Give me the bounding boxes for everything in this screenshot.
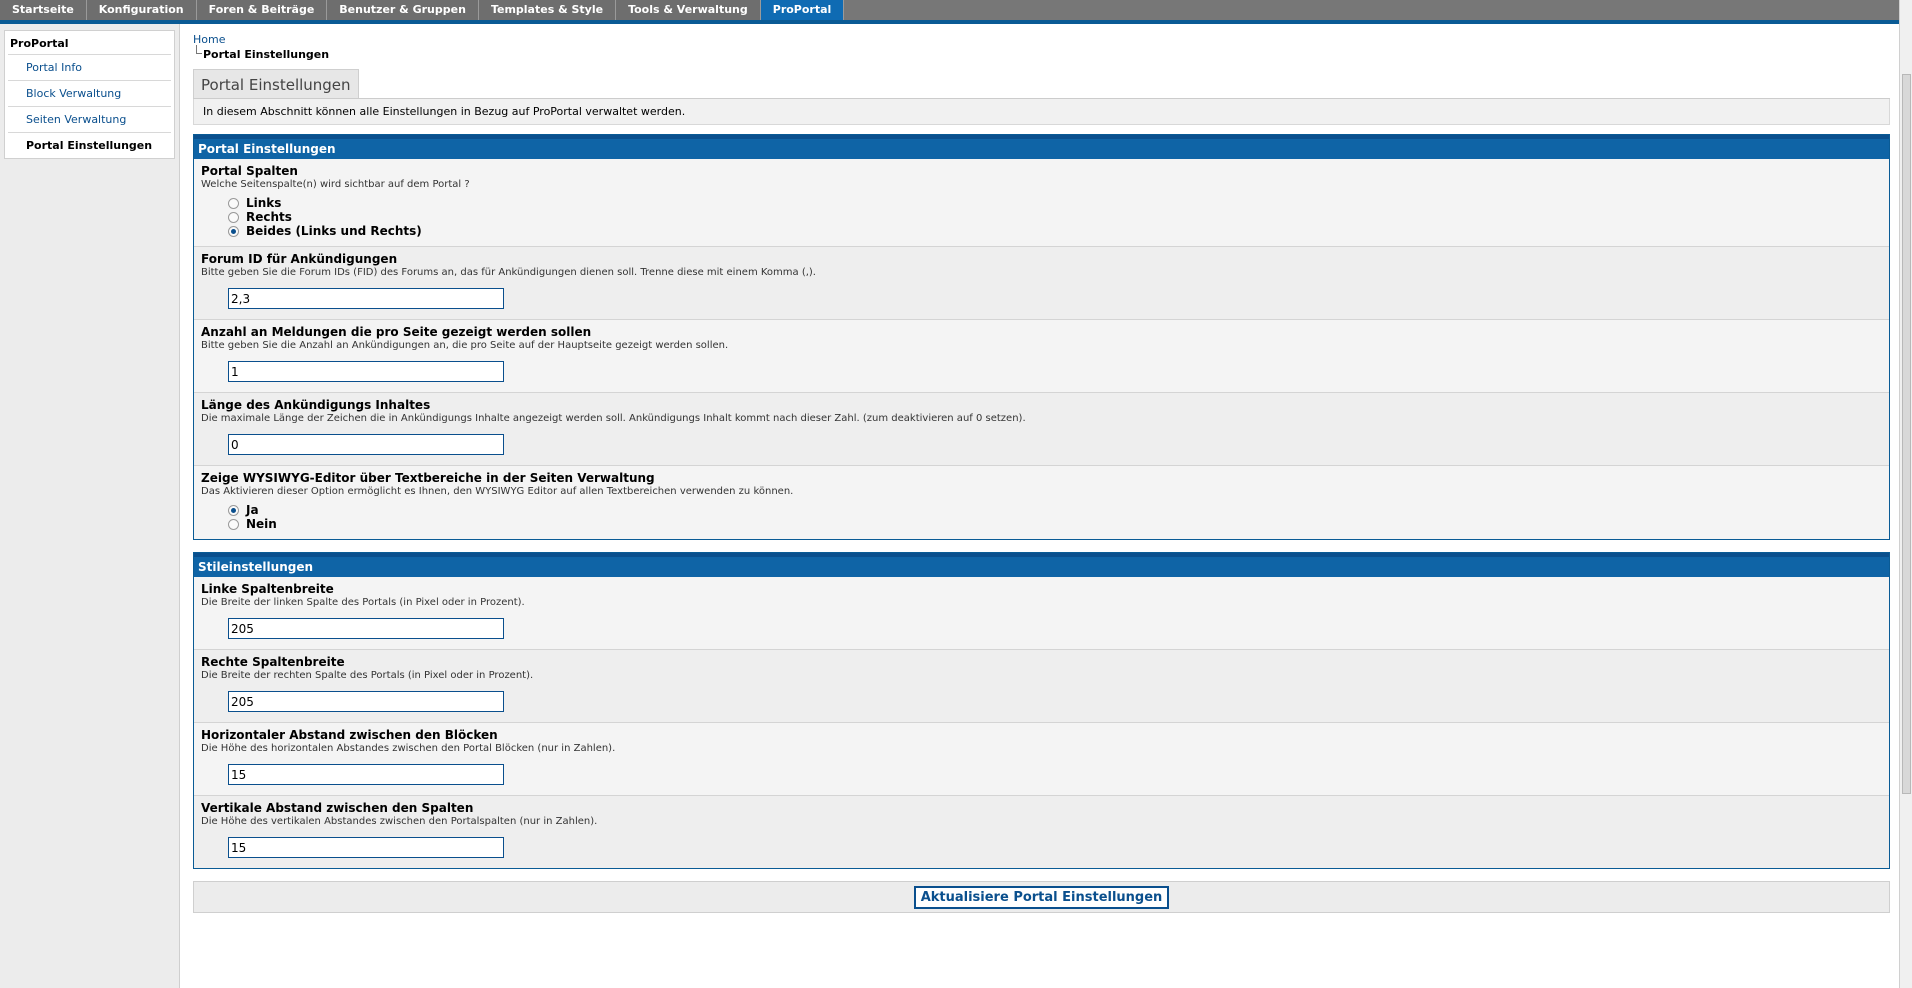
sidebar: ProPortal Portal Info Block Verwaltung S… xyxy=(0,24,180,988)
radio-label: Ja xyxy=(246,503,259,517)
setting-laenge-inhalt: Länge des Ankündigungs Inhaltes Die maxi… xyxy=(194,393,1889,466)
scrollbar-thumb[interactable] xyxy=(1902,74,1911,794)
radio-button[interactable] xyxy=(228,518,239,530)
setting-forum-id: Forum ID für Ankündigungen Bitte geben S… xyxy=(194,247,1889,320)
top-navigation: Startseite Konfiguration Foren & Beiträg… xyxy=(0,0,1912,24)
anzahl-meldungen-input[interactable] xyxy=(228,361,504,382)
tab-tools-verwaltung[interactable]: Tools & Verwaltung xyxy=(616,0,761,20)
setting-label: Anzahl an Meldungen die pro Seite gezeig… xyxy=(201,325,592,339)
setting-horizontaler-abstand: Horizontaler Abstand zwischen den Blöcke… xyxy=(194,723,1889,796)
radio-group-wysiwyg: Ja Nein xyxy=(201,497,1882,533)
tab-konfiguration[interactable]: Konfiguration xyxy=(86,0,197,20)
page-tab[interactable]: Portal Einstellungen xyxy=(193,69,359,98)
setting-label: Horizontaler Abstand zwischen den Blöcke… xyxy=(201,728,498,742)
radio-rechts[interactable]: Rechts xyxy=(228,210,1882,224)
setting-label: Rechte Spaltenbreite xyxy=(201,655,345,669)
tab-foren-beitraege[interactable]: Foren & Beiträge xyxy=(196,0,328,20)
rechte-spaltenbreite-input[interactable] xyxy=(228,691,504,712)
tab-startseite[interactable]: Startseite xyxy=(0,0,87,20)
setting-label: Länge des Ankündigungs Inhaltes xyxy=(201,398,431,412)
vertikaler-abstand-input[interactable] xyxy=(228,837,504,858)
radio-beides[interactable]: Beides (Links und Rechts) xyxy=(228,224,1882,238)
radio-label: Beides (Links und Rechts) xyxy=(246,224,422,238)
setting-vertikaler-abstand: Vertikale Abstand zwischen den Spalten D… xyxy=(194,796,1889,868)
radio-label: Nein xyxy=(246,517,277,531)
radio-label: Rechts xyxy=(246,210,292,224)
radio-button[interactable] xyxy=(228,211,239,223)
breadcrumb: Home Portal Einstellungen xyxy=(193,24,1890,61)
tab-proportal[interactable]: ProPortal xyxy=(760,0,845,20)
save-bar: Aktualisiere Portal Einstellungen xyxy=(193,881,1890,913)
sidebar-item-block-verwaltung[interactable]: Block Verwaltung xyxy=(8,80,171,106)
radio-button[interactable] xyxy=(228,197,239,209)
breadcrumb-current: Portal Einstellungen xyxy=(193,45,1890,61)
setting-label: Vertikale Abstand zwischen den Spalten xyxy=(201,801,474,815)
setting-label: Linke Spaltenbreite xyxy=(201,582,334,596)
setting-description: Die Höhe des vertikalen Abstandes zwisch… xyxy=(201,816,598,827)
save-button[interactable]: Aktualisiere Portal Einstellungen xyxy=(913,886,1170,909)
setting-description: Das Aktivieren dieser Option ermöglicht … xyxy=(201,486,794,497)
setting-wysiwyg: Zeige WYSIWYG-Editor über Textbereiche i… xyxy=(194,466,1889,539)
vertical-scrollbar[interactable] xyxy=(1899,0,1912,988)
sidebar-menu: ProPortal Portal Info Block Verwaltung S… xyxy=(4,30,175,159)
tab-benutzer-gruppen[interactable]: Benutzer & Gruppen xyxy=(327,0,479,20)
setting-description: Die Breite der rechten Spalte des Portal… xyxy=(201,670,534,681)
setting-description: Die maximale Länge der Zeichen die in An… xyxy=(201,413,1026,424)
radio-group-spalten: Links Rechts Beides (Links und Rechts) xyxy=(201,190,1882,240)
page-tab-bar: Portal Einstellungen xyxy=(193,69,1890,99)
radio-label: Links xyxy=(246,196,282,210)
radio-button-selected[interactable] xyxy=(228,504,239,516)
radio-links[interactable]: Links xyxy=(228,196,1882,210)
setting-description: Die Breite der linken Spalte des Portals… xyxy=(201,597,525,608)
panel-title: Stileinstellungen xyxy=(194,553,1889,577)
linke-spaltenbreite-input[interactable] xyxy=(228,618,504,639)
laenge-inhalt-input[interactable] xyxy=(228,434,504,455)
radio-nein[interactable]: Nein xyxy=(228,517,1882,531)
setting-label: Zeige WYSIWYG-Editor über Textbereiche i… xyxy=(201,471,655,485)
sidebar-item-portal-info[interactable]: Portal Info xyxy=(8,54,171,80)
setting-description: Bitte geben Sie die Forum IDs (FID) des … xyxy=(201,267,816,278)
tab-templates-style[interactable]: Templates & Style xyxy=(478,0,617,20)
setting-linke-spaltenbreite: Linke Spaltenbreite Die Breite der linke… xyxy=(194,577,1889,650)
setting-description: Bitte geben Sie die Anzahl an Ankündigun… xyxy=(201,340,729,351)
setting-rechte-spaltenbreite: Rechte Spaltenbreite Die Breite der rech… xyxy=(194,650,1889,723)
setting-description: Die Höhe des horizontalen Abstandes zwis… xyxy=(201,743,616,754)
setting-label: Forum ID für Ankündigungen xyxy=(201,252,398,266)
portal-settings-panel: Portal Einstellungen Portal Spalten Welc… xyxy=(193,134,1890,540)
setting-anzahl-meldungen: Anzahl an Meldungen die pro Seite gezeig… xyxy=(194,320,1889,393)
horizontaler-abstand-input[interactable] xyxy=(228,764,504,785)
forum-id-input[interactable] xyxy=(228,288,504,309)
sidebar-title: ProPortal xyxy=(10,37,69,50)
sidebar-item-seiten-verwaltung[interactable]: Seiten Verwaltung xyxy=(8,106,171,132)
style-settings-panel: Stileinstellungen Linke Spaltenbreite Di… xyxy=(193,552,1890,869)
setting-description: Welche Seitenspalte(n) wird sichtbar auf… xyxy=(201,179,470,190)
radio-button-selected[interactable] xyxy=(228,225,239,237)
setting-label: Portal Spalten xyxy=(201,164,298,178)
main-content: Home Portal Einstellungen Portal Einstel… xyxy=(193,24,1890,913)
panel-title: Portal Einstellungen xyxy=(194,135,1889,159)
section-description: In diesem Abschnitt können alle Einstell… xyxy=(193,99,1890,125)
breadcrumb-home[interactable]: Home xyxy=(193,33,1890,46)
sidebar-item-portal-einstellungen[interactable]: Portal Einstellungen xyxy=(8,132,171,158)
radio-ja[interactable]: Ja xyxy=(228,503,1882,517)
setting-portal-spalten: Portal Spalten Welche Seitenspalte(n) wi… xyxy=(194,159,1889,247)
